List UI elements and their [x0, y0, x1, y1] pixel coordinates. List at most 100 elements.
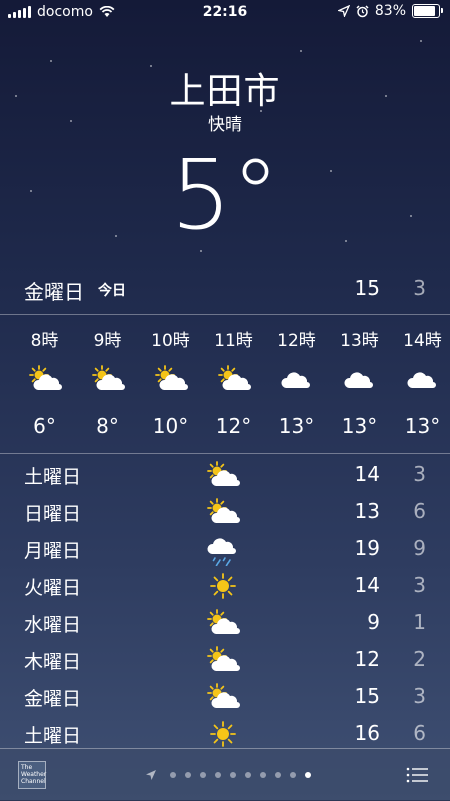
- daily-day-name: 日曜日: [24, 503, 82, 525]
- divider: [0, 453, 450, 454]
- daily-high: 19: [354, 536, 380, 560]
- partly-cloudy-icon: [76, 364, 139, 394]
- daily-forecast-row: 火曜日 14 3: [0, 567, 450, 604]
- hourly-temperature: 13°: [341, 414, 378, 438]
- hourly-time: 13時: [340, 331, 379, 351]
- daily-low: 6: [413, 721, 426, 745]
- daily-day-name: 木曜日: [24, 651, 82, 673]
- hourly-forecast-item: 8時 6°: [13, 316, 76, 451]
- cloud-icon: [391, 364, 450, 394]
- hourly-forecast-item: 9時 8°: [76, 316, 139, 451]
- page-dot[interactable]: [215, 772, 221, 778]
- daily-day-name: 土曜日: [24, 725, 82, 747]
- daily-high: 15: [354, 684, 380, 708]
- cloud-icon: [265, 364, 328, 394]
- partly-cloudy-icon: [139, 364, 202, 394]
- daily-low: 1: [413, 610, 426, 634]
- hourly-forecast-item: 10時 10°: [139, 316, 202, 451]
- daily-high: 13: [354, 499, 380, 523]
- page-dot[interactable]: [275, 772, 281, 778]
- daily-high: 12: [354, 647, 380, 671]
- hourly-forecast[interactable]: 8時 6° 9時 8° 10時 10° 11時 12° 12時 13° 13時 13° 14時 13°: [0, 316, 450, 451]
- page-dot[interactable]: [170, 772, 176, 778]
- today-day-name: 金曜日: [24, 280, 84, 304]
- page-dot[interactable]: [200, 772, 206, 778]
- today-high: 15: [354, 276, 380, 300]
- hourly-forecast-item: 12時 13°: [265, 316, 328, 451]
- daily-forecast-row: 月曜日 19 9: [0, 530, 450, 567]
- daily-low: 6: [413, 499, 426, 523]
- partly-cloudy-icon: [205, 460, 241, 490]
- daily-low: 3: [413, 462, 426, 486]
- hourly-forecast-item: 11時 12°: [202, 316, 265, 451]
- hourly-temperature: 8°: [96, 414, 119, 438]
- daily-day-name: 土曜日: [24, 466, 82, 488]
- hourly-time: 10時: [151, 331, 190, 351]
- hourly-forecast-item: 13時 13°: [328, 316, 391, 451]
- city-list-icon[interactable]: [406, 766, 428, 784]
- weather-condition: 快晴: [208, 115, 242, 135]
- today-label: 今日: [98, 283, 126, 299]
- daily-forecast-row: 水曜日 9 1: [0, 604, 450, 641]
- daily-low: 3: [413, 684, 426, 708]
- hourly-time: 8時: [30, 331, 59, 351]
- hourly-temperature: 13°: [404, 414, 441, 438]
- page-dot[interactable]: [305, 772, 311, 778]
- page-dot[interactable]: [245, 772, 251, 778]
- divider: [0, 314, 450, 315]
- hourly-forecast-item: 14時 13°: [391, 316, 450, 451]
- location-arrow-icon: [337, 5, 350, 17]
- hourly-temperature: 12°: [215, 414, 252, 438]
- sun-icon: [205, 571, 241, 601]
- daily-high: 9: [367, 610, 380, 634]
- daily-high: 16: [354, 721, 380, 745]
- partly-cloudy-icon: [205, 682, 241, 712]
- today-summary-row: 金曜日 今日 15 3: [0, 270, 450, 310]
- sun-icon: [205, 719, 241, 749]
- hourly-time: 11時: [214, 331, 253, 351]
- daily-forecast-row: 木曜日 12 2: [0, 641, 450, 678]
- daily-high: 14: [354, 573, 380, 597]
- hourly-time: 9時: [93, 331, 122, 351]
- partly-cloudy-icon: [205, 497, 241, 527]
- hourly-time: 14時: [403, 331, 442, 351]
- partly-cloudy-icon: [205, 608, 241, 638]
- daily-forecast-row: 土曜日 14 3: [0, 456, 450, 493]
- bottom-toolbar: The Weather Channel: [0, 748, 450, 801]
- daily-day-name: 火曜日: [24, 577, 82, 599]
- page-dot[interactable]: [290, 772, 296, 778]
- hourly-temperature: 13°: [278, 414, 315, 438]
- hourly-time: 12時: [277, 331, 316, 351]
- page-indicator[interactable]: [145, 769, 311, 781]
- page-dot[interactable]: [230, 772, 236, 778]
- daily-forecast-list[interactable]: 土曜日 14 3 日曜日 13 6 月曜日 19 9 火曜日 14 3 水曜日 9 1 木曜日 12 2 金曜日 15…: [0, 456, 450, 752]
- daily-forecast-row: 日曜日 13 6: [0, 493, 450, 530]
- weather-channel-logo[interactable]: The Weather Channel: [18, 761, 46, 789]
- hourly-temperature: 6°: [33, 414, 56, 438]
- alarm-clock-icon: [356, 4, 369, 17]
- battery-icon: [412, 4, 443, 18]
- partly-cloudy-icon: [202, 364, 265, 394]
- location-arrow-icon: [146, 770, 156, 780]
- partly-cloudy-icon: [13, 364, 76, 394]
- daily-high: 14: [354, 462, 380, 486]
- cloud-icon: [328, 364, 391, 394]
- status-bar: docomo 22:16 83%: [0, 0, 450, 26]
- daily-forecast-row: 金曜日 15 3: [0, 678, 450, 715]
- daily-forecast-row: 土曜日 16 6: [0, 715, 450, 752]
- current-temperature: 5°: [170, 139, 280, 251]
- hourly-temperature: 10°: [152, 414, 189, 438]
- rain-icon: [205, 534, 241, 566]
- daily-low: 2: [413, 647, 426, 671]
- partly-cloudy-icon: [205, 645, 241, 675]
- page-dot[interactable]: [185, 772, 191, 778]
- daily-low: 3: [413, 573, 426, 597]
- battery-percentage: 83%: [374, 3, 406, 19]
- daily-day-name: 水曜日: [24, 614, 82, 636]
- daily-day-name: 月曜日: [24, 540, 82, 562]
- today-low: 3: [413, 276, 426, 300]
- city-name: 上田市: [169, 71, 281, 112]
- page-dot[interactable]: [260, 772, 266, 778]
- daily-day-name: 金曜日: [24, 688, 82, 710]
- daily-low: 9: [413, 536, 426, 560]
